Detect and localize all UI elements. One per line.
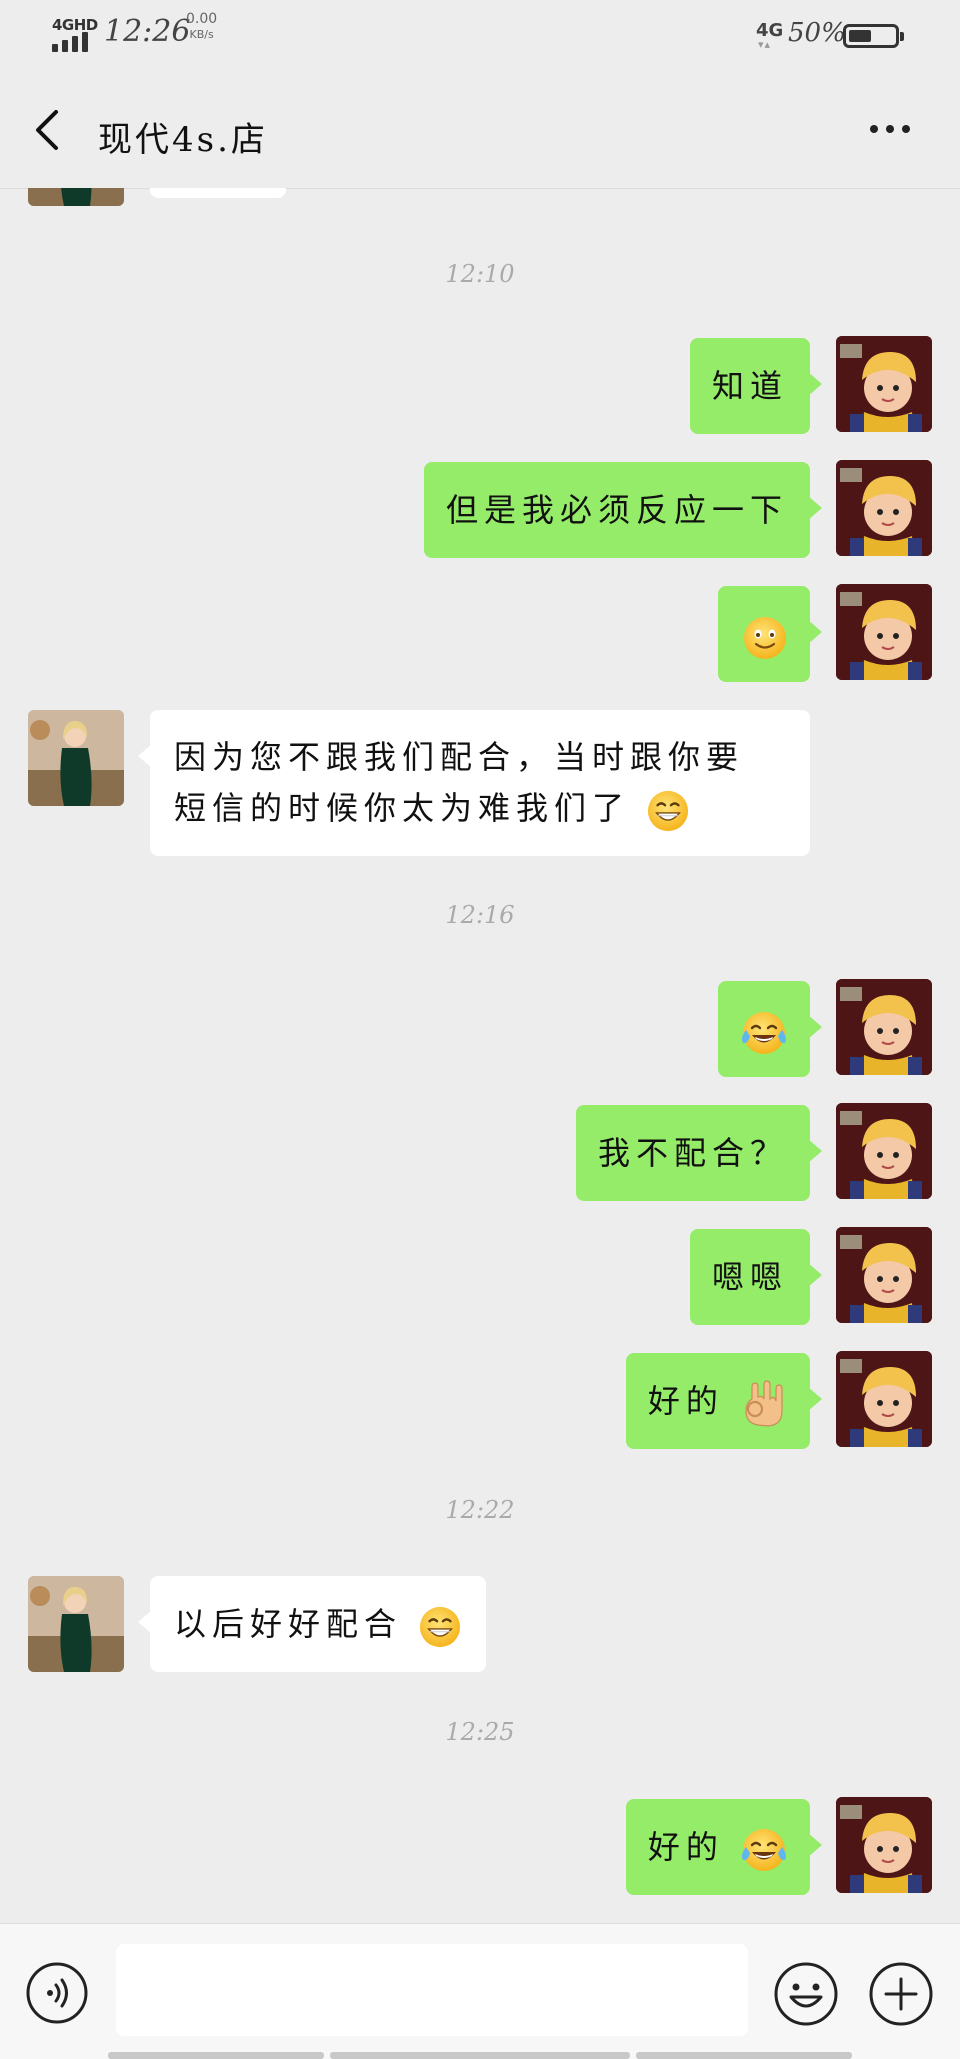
emoji-button[interactable] (773, 1961, 839, 2027)
message-bubble-outgoing[interactable] (718, 981, 822, 1077)
more-dots-icon (870, 125, 910, 133)
chat-title: 现代4s.店 (98, 120, 268, 160)
grin-emoji (648, 790, 689, 831)
my-avatar[interactable] (836, 584, 932, 680)
tears-of-joy-emoji (742, 1828, 786, 1871)
message-bubble-incoming[interactable]: 因为您不跟我们配合，当时跟你要 短信的时候你太为难我们了 (138, 710, 810, 856)
network-speed-value: 0.00 (186, 11, 218, 27)
baby-avatar-image (836, 584, 932, 680)
message-text: 好的 (647, 1382, 724, 1420)
woman-avatar-image (28, 710, 124, 806)
message-bubble-outgoing[interactable]: 嗯嗯 (689, 1229, 823, 1325)
tears-of-joy-emoji (742, 1011, 786, 1054)
status-time: 12:26 (104, 14, 191, 49)
plus-icon (869, 1962, 933, 2026)
baby-avatar-image (836, 1797, 932, 1893)
composer-bar (0, 1923, 960, 2059)
voice-icon (26, 1962, 88, 2024)
voice-button[interactable] (25, 1961, 89, 2025)
battery-fill (849, 30, 871, 42)
baby-avatar-image (836, 1103, 932, 1199)
baby-avatar-image (836, 460, 932, 556)
message-text-line: 因为您不跟我们配合，当时跟你要 (174, 738, 745, 776)
message-bubble-outgoing[interactable]: 知道 (689, 338, 823, 434)
network-speed: 0.00 KB/s (186, 12, 217, 42)
my-avatar[interactable] (836, 979, 932, 1075)
message-bubble-outgoing[interactable] (718, 586, 822, 682)
timestamp: 12:16 (445, 901, 515, 929)
status-bar: 4GHD 12:26 0.00 KB/s 4G ▾▴ 50% (0, 0, 960, 70)
woman-avatar-image (28, 1576, 124, 1672)
woman-avatar-image (28, 188, 124, 206)
message-bubble-outgoing[interactable]: 好的 (625, 1353, 823, 1449)
message-text: 嗯嗯 (711, 1258, 788, 1296)
contact-avatar[interactable] (28, 1576, 124, 1672)
chevron-left-icon (36, 110, 58, 150)
message-text: 以后好好配合 (174, 1605, 403, 1643)
message-text: 好的 (647, 1828, 724, 1866)
my-avatar[interactable] (836, 336, 932, 432)
ok-hand-emoji (745, 1379, 783, 1427)
message-text: 我不配合？ (597, 1134, 788, 1172)
baby-avatar-image (836, 1351, 932, 1447)
back-button[interactable] (28, 106, 68, 154)
message-text: 但是我必须反应一下 (445, 491, 788, 529)
contact-avatar[interactable] (28, 710, 124, 806)
baby-avatar-image (836, 336, 932, 432)
message-bubble-partial[interactable] (150, 188, 286, 198)
network-speed-unit: KB/s (189, 28, 214, 41)
baby-avatar-image (836, 1227, 932, 1323)
chat-header: 现代4s.店 (0, 70, 960, 189)
battery-icon (843, 24, 904, 48)
my-avatar[interactable] (836, 1227, 932, 1323)
contact-avatar[interactable] (28, 188, 124, 206)
message-text-line: 短信的时候你太为难我们了 (174, 789, 631, 827)
emoji-icon (774, 1962, 838, 2026)
message-bubble-outgoing[interactable]: 好的 (625, 1799, 823, 1895)
timestamp: 12:25 (445, 1718, 515, 1746)
more-functions-button[interactable] (868, 1961, 934, 2027)
baby-avatar-image (836, 979, 932, 1075)
data-arrows-icon: ▾▴ (758, 38, 772, 51)
message-bubble-outgoing[interactable]: 但是我必须反应一下 (423, 462, 823, 558)
grin-emoji (420, 1606, 461, 1647)
timestamp: 12:10 (445, 260, 515, 288)
more-button[interactable] (866, 114, 914, 144)
message-bubble-outgoing[interactable]: 我不配合？ (575, 1105, 823, 1201)
message-bubble-incoming[interactable]: 以后好好配合 (137, 1576, 487, 1672)
my-avatar[interactable] (836, 1797, 932, 1893)
battery-percent: 50% (788, 18, 846, 48)
my-avatar[interactable] (836, 1103, 932, 1199)
timestamp: 12:22 (445, 1496, 515, 1524)
message-list[interactable]: 12:10 知道 但是我必须反应一下 因为您不跟我们配合，当时跟你要 短信的时候… (0, 188, 960, 1923)
mobile-data-indicator: 4G ▾▴ (756, 20, 783, 51)
message-text: 知道 (711, 367, 788, 405)
message-input[interactable] (116, 1944, 748, 2036)
my-avatar[interactable] (836, 460, 932, 556)
signal-icon: 4GHD (52, 16, 98, 52)
my-avatar[interactable] (836, 1351, 932, 1447)
smile-emoji (744, 616, 786, 659)
